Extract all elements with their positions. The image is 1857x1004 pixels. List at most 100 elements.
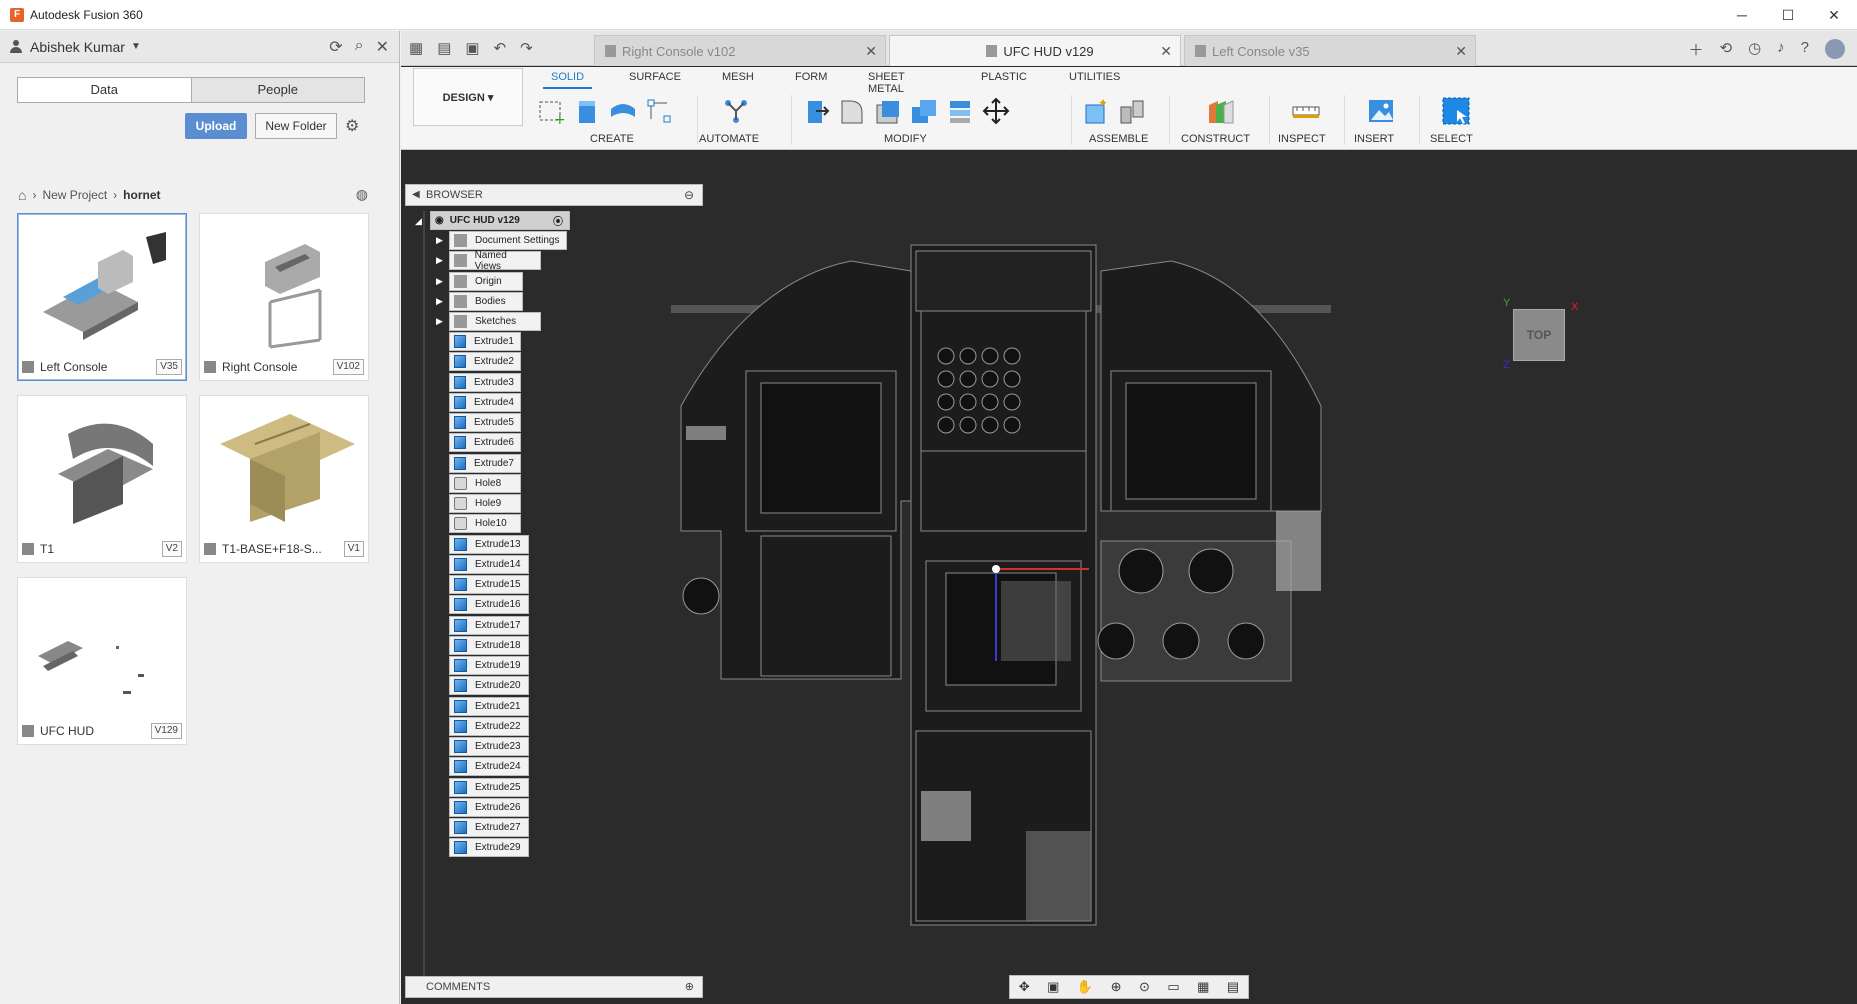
orbit-icon[interactable]: ✥ xyxy=(1019,979,1030,995)
close-button[interactable]: ✕ xyxy=(1811,0,1857,30)
file-card-ufc-hud[interactable]: UFC HUD V129 xyxy=(17,577,187,745)
display-settings-icon[interactable]: ▭ xyxy=(1167,979,1179,995)
timeline-feature-item[interactable]: Extrude23 xyxy=(449,737,529,756)
combine-icon[interactable] xyxy=(909,96,939,126)
comments-panel[interactable]: COMMENTS ⊕ xyxy=(405,976,703,998)
timeline-feature-item[interactable]: Extrude5 xyxy=(449,413,521,432)
insert-group-label[interactable]: INSERT xyxy=(1354,133,1394,145)
timeline-feature-item[interactable]: Extrude29 xyxy=(449,838,529,858)
shell-icon[interactable] xyxy=(873,96,903,126)
assemble-group-label[interactable]: ASSEMBLE xyxy=(1089,133,1148,145)
timeline-feature-item[interactable]: Hole8 xyxy=(449,473,521,493)
home-icon[interactable]: ⌂ xyxy=(18,187,26,203)
timeline-feature-item[interactable]: Extrude13 xyxy=(449,534,529,554)
tree-folder-origin[interactable]: Origin xyxy=(449,271,523,291)
close-icon[interactable]: ✕ xyxy=(1160,43,1172,60)
minimize-button[interactable]: ─ xyxy=(1719,0,1765,30)
expand-arrow-icon[interactable]: ▶ xyxy=(436,276,446,286)
tree-folder-document-settings[interactable]: Document Settings xyxy=(449,231,567,250)
timeline-feature-item[interactable]: Extrude21 xyxy=(449,696,529,716)
close-panel-icon[interactable]: ✕ xyxy=(376,37,389,57)
doc-tab-left-console[interactable]: Left Console v35 ✕ xyxy=(1184,35,1476,66)
tree-root[interactable]: ◉ UFC HUD v129 ⦿ xyxy=(430,211,570,230)
zoom-icon[interactable]: ⊕ xyxy=(1111,979,1122,995)
maximize-button[interactable]: ☐ xyxy=(1765,0,1811,30)
timeline-feature-item[interactable]: Extrude17 xyxy=(449,615,529,635)
tab-surface[interactable]: SURFACE xyxy=(629,71,681,83)
user-name[interactable]: Abishek Kumar xyxy=(30,39,125,55)
grid-settings-icon[interactable]: ▦ xyxy=(1197,979,1209,995)
expand-arrow-icon[interactable]: ▶ xyxy=(436,235,446,245)
collapse-arrow-icon[interactable]: ◀ xyxy=(412,185,420,205)
cockpit-model[interactable] xyxy=(671,211,1371,931)
tab-plastic[interactable]: PLASTIC xyxy=(981,71,1027,83)
timeline-feature-item[interactable]: Extrude4 xyxy=(449,392,521,412)
new-component-icon[interactable]: ✦ xyxy=(1081,96,1111,126)
timeline-feature-item[interactable]: Extrude2 xyxy=(449,352,521,372)
look-at-icon[interactable]: ▣ xyxy=(1047,979,1059,995)
avatar[interactable] xyxy=(1825,39,1845,59)
tab-mesh[interactable]: MESH xyxy=(722,71,754,83)
save-icon[interactable]: ▣ xyxy=(465,39,479,57)
timeline-feature-item[interactable]: Extrude6 xyxy=(449,433,521,453)
pan-icon[interactable]: ✋ xyxy=(1077,979,1093,995)
expand-arrow-icon[interactable]: ◢ xyxy=(415,216,425,226)
tree-folder-bodies[interactable]: Bodies xyxy=(449,291,523,311)
timeline-feature-item[interactable]: Hole10 xyxy=(449,514,521,534)
viewports-icon[interactable]: ▤ xyxy=(1227,979,1239,995)
timeline-feature-item[interactable]: Extrude26 xyxy=(449,797,529,817)
timeline-feature-item[interactable]: Extrude24 xyxy=(449,757,529,777)
offset-face-icon[interactable] xyxy=(945,96,975,126)
extensions-icon[interactable]: ⟲ xyxy=(1719,39,1732,60)
timeline-feature-item[interactable]: Extrude7 xyxy=(449,453,521,473)
revolve-icon[interactable] xyxy=(608,96,638,126)
automate-group-label[interactable]: AUTOMATE xyxy=(699,133,759,145)
timeline-feature-item[interactable]: Extrude25 xyxy=(449,777,529,797)
timeline-feature-item[interactable]: Extrude20 xyxy=(449,676,529,696)
globe-icon[interactable]: ◍ xyxy=(356,186,368,203)
timeline-feature-item[interactable]: Extrude1 xyxy=(449,332,521,351)
tab-solid[interactable]: SOLID xyxy=(542,71,593,89)
tree-folder-sketches[interactable]: Sketches xyxy=(449,312,541,331)
grid-menu-icon[interactable]: ▦ xyxy=(409,39,423,57)
upload-button[interactable]: Upload xyxy=(185,113,247,139)
inspect-group-label[interactable]: INSPECT xyxy=(1278,133,1326,145)
search-icon[interactable]: ⌕ xyxy=(355,37,364,57)
timeline-feature-item[interactable]: Hole9 xyxy=(449,494,521,513)
tab-sheet-metal[interactable]: SHEET METAL xyxy=(868,71,904,95)
timeline-feature-item[interactable]: Extrude22 xyxy=(449,716,529,736)
timeline-feature-item[interactable]: Extrude14 xyxy=(449,554,529,574)
version-badge[interactable]: V102 xyxy=(332,359,364,375)
extrude-icon[interactable] xyxy=(572,96,602,126)
create-sketch-icon[interactable]: + xyxy=(536,96,566,126)
new-tab-icon[interactable]: ＋ xyxy=(1688,39,1703,60)
version-badge[interactable]: V35 xyxy=(156,359,182,375)
doc-tab-ufc-hud[interactable]: UFC HUD v129 ✕ xyxy=(889,35,1181,66)
file-menu-icon[interactable]: ▤ xyxy=(437,39,451,57)
activate-icon[interactable]: ⦿ xyxy=(553,213,563,228)
timeline-feature-item[interactable]: Extrude18 xyxy=(449,635,529,655)
undo-icon[interactable]: ↶ xyxy=(494,39,507,57)
3d-viewport[interactable]: TOP X Y Z xyxy=(401,151,1857,1004)
fit-icon[interactable]: ⊙ xyxy=(1139,979,1150,995)
tab-form[interactable]: FORM xyxy=(795,71,827,83)
measure-icon[interactable] xyxy=(1291,96,1321,126)
job-status-icon[interactable]: ◷ xyxy=(1748,39,1761,60)
file-card-t1[interactable]: T1 V2 xyxy=(17,395,187,563)
version-badge[interactable]: V1 xyxy=(343,541,364,557)
file-card-left-console[interactable]: Left Console V35 xyxy=(17,213,187,381)
breadcrumb-project[interactable]: New Project xyxy=(42,188,107,202)
insert-image-icon[interactable] xyxy=(1366,96,1396,126)
joint-icon[interactable] xyxy=(1117,96,1147,126)
tab-utilities[interactable]: UTILITIES xyxy=(1069,71,1120,83)
expand-arrow-icon[interactable]: ▶ xyxy=(436,296,446,306)
eye-icon[interactable]: ◉ xyxy=(435,215,444,226)
timeline-feature-item[interactable]: Extrude27 xyxy=(449,818,529,837)
create-group-label[interactable]: CREATE xyxy=(590,133,634,145)
doc-tab-right-console[interactable]: Right Console v102 ✕ xyxy=(594,35,886,66)
chevron-down-icon[interactable]: ▼ xyxy=(131,41,141,52)
tab-data[interactable]: Data xyxy=(18,78,191,102)
timeline-feature-item[interactable]: Extrude15 xyxy=(449,575,529,594)
sketch-tools-icon[interactable] xyxy=(644,96,674,126)
offset-plane-icon[interactable] xyxy=(1206,96,1236,126)
